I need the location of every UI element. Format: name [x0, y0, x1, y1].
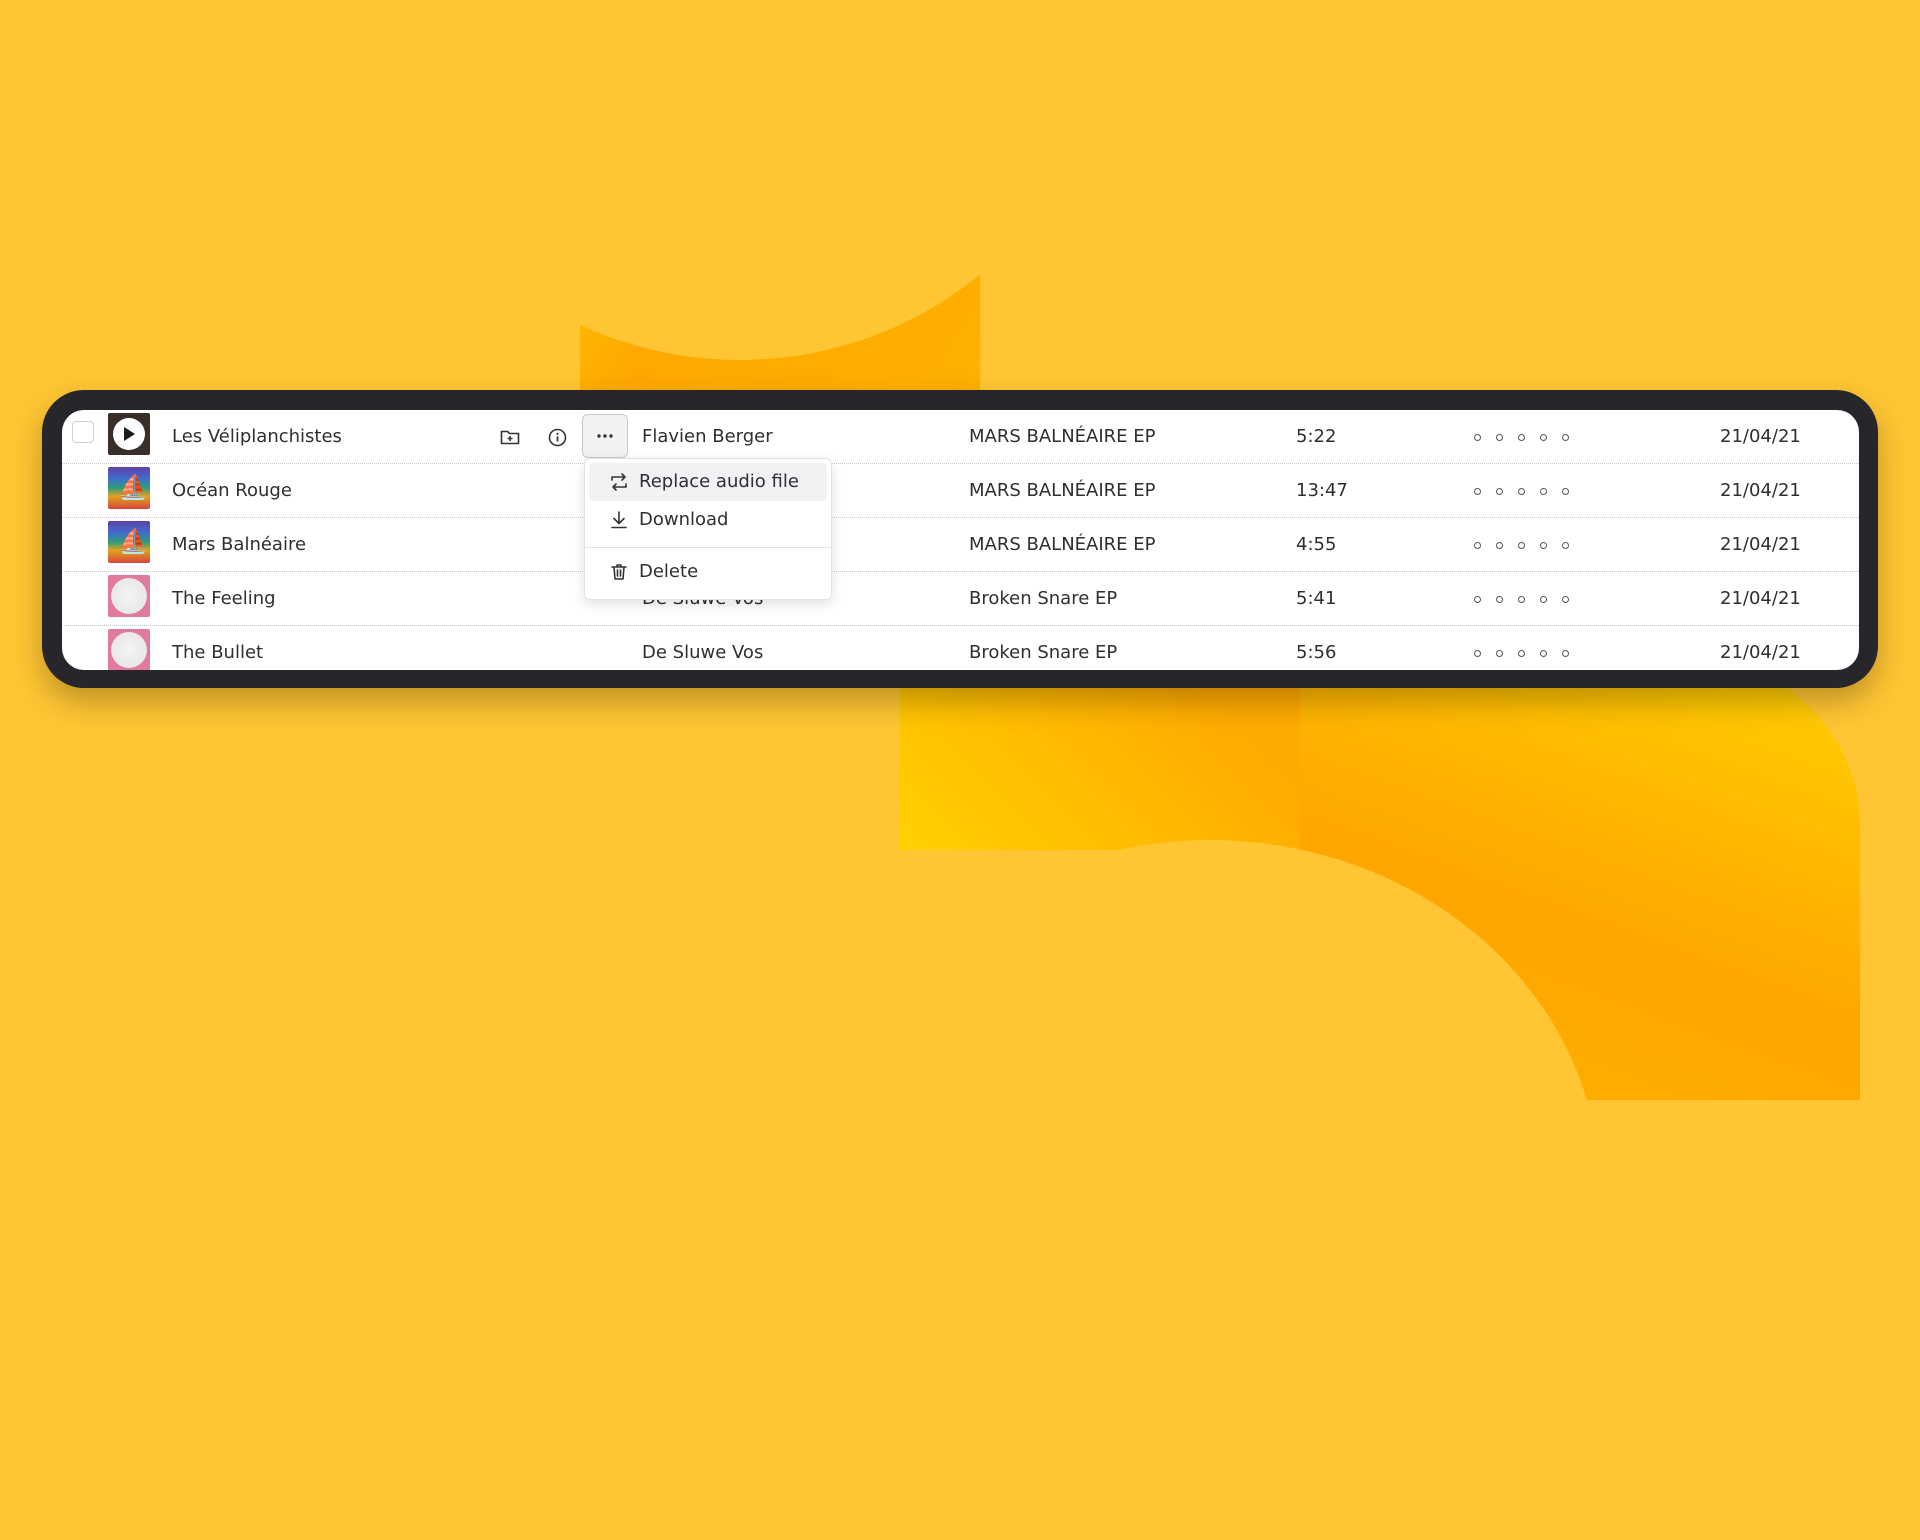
- more-options-button[interactable]: [582, 414, 628, 458]
- rating-dot[interactable]: [1540, 595, 1547, 603]
- rating-dot[interactable]: [1562, 649, 1569, 657]
- sailboat-icon: ⛵: [118, 473, 148, 501]
- rating-dot[interactable]: [1474, 649, 1481, 657]
- menu-item-label: Delete: [639, 561, 699, 582]
- rating-dot[interactable]: [1474, 541, 1481, 549]
- rating-dot[interactable]: [1562, 595, 1569, 603]
- track-album[interactable]: MARS BALNÉAIRE EP: [969, 410, 1155, 464]
- menu-item-label: Replace audio file: [639, 471, 799, 492]
- rating-dot[interactable]: [1540, 541, 1547, 549]
- track-album[interactable]: MARS BALNÉAIRE EP: [969, 464, 1155, 518]
- rating-dot[interactable]: [1474, 487, 1481, 495]
- track-duration: 4:55: [1296, 534, 1337, 555]
- rating-dot[interactable]: [1518, 487, 1525, 495]
- vinyl-disc-icon: [111, 578, 147, 614]
- rating-dot[interactable]: [1496, 649, 1503, 657]
- album-artwork[interactable]: [108, 575, 150, 617]
- folder-plus-icon: [500, 430, 520, 445]
- play-icon: [124, 427, 135, 441]
- track-row[interactable]: Les Véliplanchistes Flavien Berger MARS …: [62, 410, 1859, 464]
- sailboat-icon: ⛵: [118, 527, 148, 555]
- track-date: 21/04/21: [1720, 642, 1801, 663]
- rating-dot[interactable]: [1518, 595, 1525, 603]
- track-date: 21/04/21: [1720, 588, 1801, 609]
- track-title[interactable]: Mars Balnéaire: [172, 518, 306, 572]
- background-shape: [360, 0, 1120, 360]
- row-checkbox[interactable]: [72, 421, 94, 443]
- rating[interactable]: [1474, 410, 1569, 464]
- rating[interactable]: [1474, 626, 1569, 670]
- info-icon: [548, 428, 566, 446]
- rating[interactable]: [1474, 518, 1569, 572]
- download-icon: [611, 511, 627, 529]
- track-album[interactable]: MARS BALNÉAIRE EP: [969, 518, 1155, 572]
- track-artist[interactable]: Flavien Berger: [642, 410, 773, 464]
- background-shape: [820, 840, 1600, 1540]
- album-artwork[interactable]: ⛵: [108, 521, 150, 563]
- rating-dot[interactable]: [1496, 487, 1503, 495]
- rating-dot[interactable]: [1518, 649, 1525, 657]
- rating[interactable]: [1474, 464, 1569, 518]
- info-button[interactable]: [539, 419, 575, 455]
- menu-item-replace-audio[interactable]: Replace audio file: [589, 463, 827, 501]
- rating-dot[interactable]: [1540, 433, 1547, 441]
- track-title[interactable]: Les Véliplanchistes: [172, 410, 342, 464]
- add-to-folder-button[interactable]: [492, 419, 528, 455]
- track-row[interactable]: The Feeling De Sluwe Vos Broken Snare EP…: [62, 572, 1859, 626]
- replace-icon: [611, 473, 627, 491]
- menu-divider: [585, 547, 831, 548]
- rating-dot[interactable]: [1496, 541, 1503, 549]
- track-duration: 5:22: [1296, 426, 1337, 447]
- rating-dot[interactable]: [1540, 487, 1547, 495]
- track-album[interactable]: Broken Snare EP: [969, 572, 1117, 626]
- rating-dot[interactable]: [1496, 433, 1503, 441]
- more-horizontal-icon: [597, 434, 613, 438]
- track-duration: 13:47: [1296, 480, 1348, 501]
- rating-dot[interactable]: [1518, 541, 1525, 549]
- menu-item-download[interactable]: Download: [589, 501, 827, 539]
- rating[interactable]: [1474, 572, 1569, 626]
- rating-dot[interactable]: [1518, 433, 1525, 441]
- context-menu: Replace audio file Download Delete: [584, 458, 832, 600]
- background-shape: [580, 0, 980, 390]
- rating-dot[interactable]: [1540, 649, 1547, 657]
- track-date: 21/04/21: [1720, 480, 1801, 501]
- rating-dot[interactable]: [1474, 595, 1481, 603]
- vinyl-disc-icon: [111, 632, 147, 668]
- track-row[interactable]: The Bullet De Sluwe Vos Broken Snare EP …: [62, 626, 1859, 670]
- menu-item-label: Download: [639, 509, 729, 530]
- track-artist[interactable]: De Sluwe Vos: [642, 626, 763, 670]
- album-artwork[interactable]: [108, 413, 150, 455]
- track-date: 21/04/21: [1720, 534, 1801, 555]
- rating-dot[interactable]: [1474, 433, 1481, 441]
- play-button[interactable]: [113, 418, 145, 450]
- rating-dot[interactable]: [1562, 487, 1569, 495]
- track-title[interactable]: The Feeling: [172, 572, 276, 626]
- rating-dot[interactable]: [1562, 541, 1569, 549]
- track-duration: 5:56: [1296, 642, 1337, 663]
- track-row[interactable]: ⛵ Océan Rouge MARS BALNÉAIRE EP 13:47 21…: [62, 464, 1859, 518]
- track-row[interactable]: ⛵ Mars Balnéaire MARS BALNÉAIRE EP 4:55 …: [62, 518, 1859, 572]
- rating-dot[interactable]: [1562, 433, 1569, 441]
- rating-dot[interactable]: [1496, 595, 1503, 603]
- album-artwork[interactable]: [108, 629, 150, 670]
- track-duration: 5:41: [1296, 588, 1337, 609]
- background-shape: [1300, 640, 1860, 1100]
- track-list: Les Véliplanchistes Flavien Berger MARS …: [62, 410, 1859, 670]
- album-artwork[interactable]: ⛵: [108, 467, 150, 509]
- track-date: 21/04/21: [1720, 426, 1801, 447]
- trash-icon: [611, 564, 627, 580]
- track-album[interactable]: Broken Snare EP: [969, 626, 1117, 670]
- track-title[interactable]: The Bullet: [172, 626, 263, 670]
- menu-item-delete[interactable]: Delete: [589, 553, 827, 591]
- track-title[interactable]: Océan Rouge: [172, 464, 292, 518]
